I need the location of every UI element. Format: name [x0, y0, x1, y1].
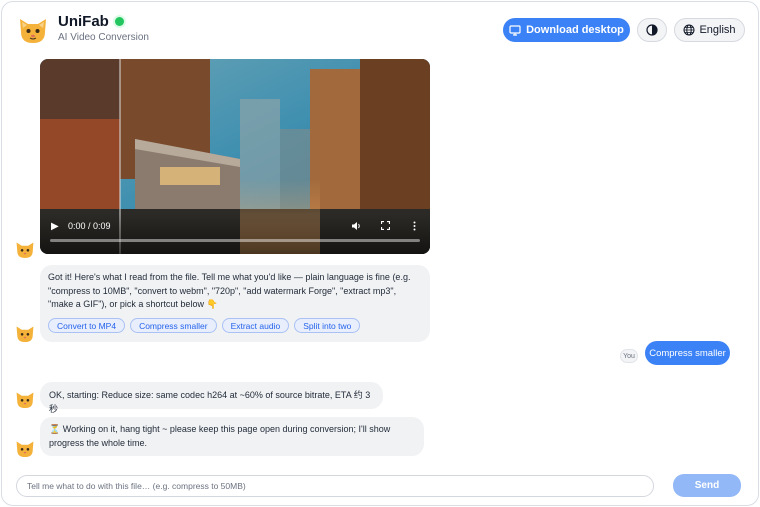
globe-icon: [683, 24, 695, 36]
volume-icon[interactable]: [351, 221, 362, 231]
contrast-icon: [646, 24, 658, 36]
app-subtitle: AI Video Conversion: [58, 32, 149, 43]
more-options-icon[interactable]: [413, 221, 416, 231]
video-controls: ▶ 0:00 / 0:09: [40, 214, 430, 254]
bot-avatar-icon: [16, 441, 34, 458]
shortcut-convert-mp4[interactable]: Convert to MP4: [48, 317, 126, 333]
bot-message-starting: OK, starting: Reduce size: same codec h2…: [40, 382, 383, 414]
shortcut-compress-smaller[interactable]: Compress smaller: [130, 317, 217, 333]
shortcut-split-two[interactable]: Split into two: [294, 317, 361, 333]
monitor-icon: [509, 24, 521, 36]
user-avatar: You: [620, 349, 638, 363]
bot-intro-text: Got it! Here's what I read from the file…: [48, 272, 411, 309]
play-icon[interactable]: ▶: [51, 221, 59, 232]
send-button[interactable]: Send: [673, 474, 741, 497]
cat-logo-icon: [20, 19, 46, 43]
language-selector[interactable]: English: [674, 18, 745, 42]
bot-starting-text: OK, starting: Reduce size: same codec h2…: [49, 390, 371, 414]
hourglass-icon: ⏳: [49, 424, 61, 434]
theme-toggle-button[interactable]: [637, 18, 667, 42]
fullscreen-icon[interactable]: [381, 221, 390, 230]
message-input[interactable]: [16, 475, 654, 497]
app-name: UniFab: [58, 13, 109, 30]
video-player[interactable]: ▶ 0:00 / 0:09: [40, 59, 430, 254]
bot-avatar-icon: [16, 392, 34, 409]
shortcut-extract-audio[interactable]: Extract audio: [221, 317, 290, 333]
user-message: Compress smaller: [645, 341, 730, 365]
bot-message-working: ⏳ Working on it, hang tight ~ please kee…: [40, 417, 424, 456]
bot-message-intro: Got it! Here's what I read from the file…: [40, 265, 430, 342]
bot-avatar-icon: [16, 326, 34, 343]
download-desktop-button[interactable]: Download desktop: [503, 18, 630, 42]
video-progress-bar[interactable]: [50, 239, 420, 242]
app-title: UniFab: [58, 13, 124, 30]
bot-working-text: Working on it, hang tight ~ please keep …: [49, 424, 391, 448]
online-status-dot: [114, 17, 124, 26]
download-desktop-label: Download desktop: [526, 24, 624, 36]
shortcut-chips: Convert to MP4 Compress smaller Extract …: [48, 317, 422, 333]
video-time: 0:00 / 0:09: [68, 221, 111, 231]
app-window: UniFab AI Video Conversion Download desk…: [1, 1, 759, 506]
language-label: English: [699, 24, 736, 36]
bot-avatar-icon: [16, 242, 34, 259]
